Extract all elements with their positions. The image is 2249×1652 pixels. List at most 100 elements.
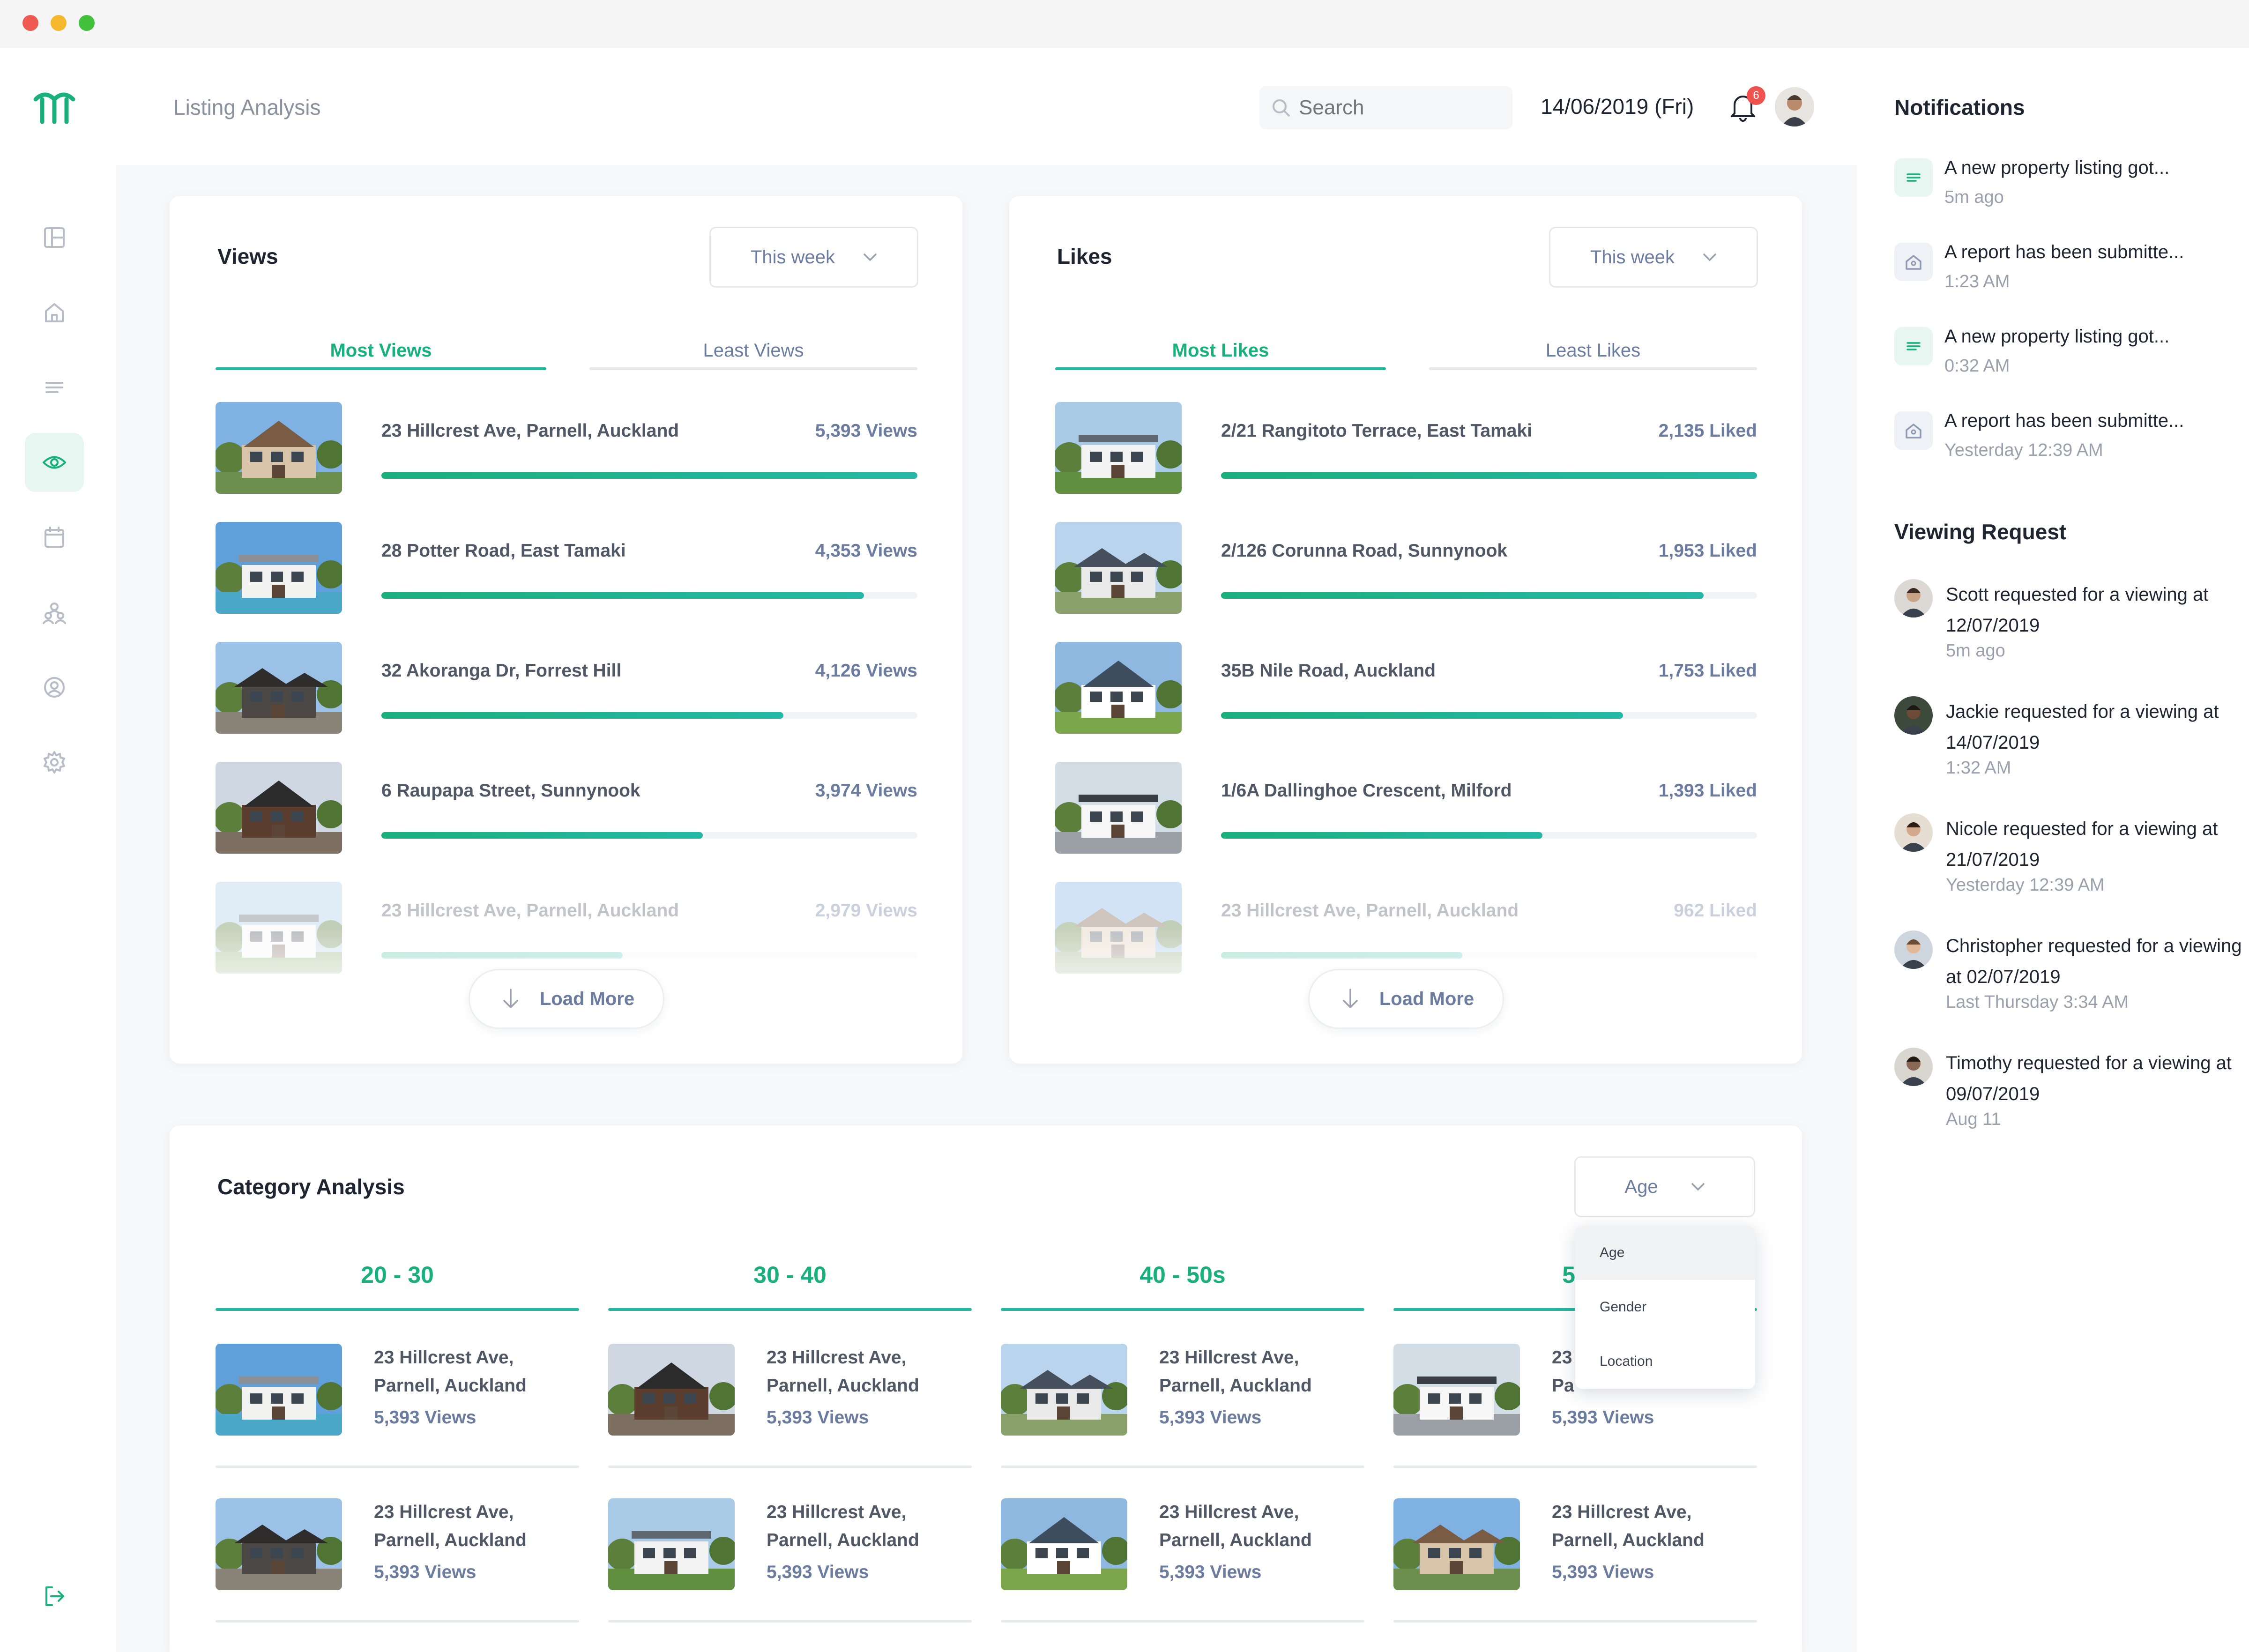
listing-row[interactable]: 1/6A Dallinghoe Crescent, Milford 1,393 … [1055, 762, 1757, 854]
category-list-item[interactable]: 23 Hillcrest Ave, Parnell, Auckland 5,39… [1393, 1498, 1757, 1652]
likes-card: Likes This week Most Likes Least Likes 2… [1009, 196, 1802, 1064]
category-filter-dropdown[interactable]: Age [1574, 1156, 1755, 1217]
report-icon [1894, 243, 1933, 281]
property-thumbnail [608, 1498, 735, 1590]
viewing-request-item[interactable]: Christopher requested for a viewing at 0… [1894, 930, 2249, 1034]
listing-row[interactable]: 2/21 Rangitoto Terrace, East Tamaki 2,13… [1055, 402, 1757, 494]
progress-track [1221, 592, 1757, 599]
notification-bell-button[interactable]: 6 [1724, 86, 1765, 126]
property-address: 23 Hillcrest Ave, Parnell, Auckland [1221, 900, 1519, 921]
tab-label: Least Views [703, 340, 804, 361]
viewing-request-item[interactable]: Nicole requested for a viewing at 21/07/… [1894, 813, 2249, 916]
menu-item-gender[interactable]: Gender [1575, 1280, 1755, 1334]
chevron-down-icon [1691, 1183, 1705, 1191]
item-divider [216, 1466, 579, 1468]
property-metric: 3,974 Views [815, 781, 917, 801]
property-views: 5,393 Views [1552, 1562, 1654, 1582]
property-address: 23 Hillcrest Ave, Parnell, Auckland [767, 1347, 919, 1396]
search-input[interactable] [1299, 93, 1496, 123]
views-load-more-button[interactable]: Load More [469, 969, 664, 1029]
sidebar-item-analysis[interactable] [25, 433, 84, 492]
maximize-window-button[interactable] [79, 15, 95, 31]
notification-text: A new property listing got... [1944, 326, 2170, 347]
viewing-request-item[interactable]: Jackie requested for a viewing at 14/07/… [1894, 696, 2249, 799]
category-analysis-card: Category Analysis 20 - 30 23 Hillcrest A… [170, 1125, 1802, 1652]
user-avatar[interactable] [1775, 87, 1814, 127]
notification-item[interactable]: A report has been submitte... Yesterday … [1894, 407, 2249, 477]
property-thumbnail [1001, 1344, 1127, 1436]
property-views: 5,393 Views [767, 1407, 869, 1428]
property-thumbnail [216, 642, 342, 734]
progress-track [1221, 472, 1757, 479]
tab-least-likes[interactable]: Least Likes [1429, 337, 1757, 370]
category-column-underline [1001, 1308, 1364, 1311]
logout-button[interactable] [25, 1567, 84, 1626]
property-address: 23 Hillcrest Ave, Parnell, Auckland [374, 1347, 527, 1396]
progress-fill [381, 712, 783, 719]
sidebar-item-team[interactable] [25, 583, 84, 642]
progress-track [1221, 712, 1757, 719]
progress-track [381, 832, 917, 839]
category-column-heading[interactable]: 40 - 50s [1001, 1261, 1364, 1288]
category-list-item[interactable]: 23 Hillcrest Ave, Parnell, Auckland 5,39… [1001, 1498, 1364, 1652]
category-column-heading[interactable]: 30 - 40 [608, 1261, 972, 1288]
viewing-request-item[interactable]: Scott requested for a viewing at 12/07/2… [1894, 579, 2249, 682]
listing-row[interactable]: 32 Akoranga Dr, Forrest Hill 4,126 Views [216, 642, 917, 734]
listing-row[interactable]: 35B Nile Road, Auckland 1,753 Liked [1055, 642, 1757, 734]
property-views: 5,393 Views [374, 1407, 477, 1428]
report-icon [1894, 411, 1933, 450]
notification-item[interactable]: A report has been submitte... 1:23 AM [1894, 238, 2249, 308]
tab-most-views[interactable]: Most Views [216, 337, 546, 370]
sidebar-item-dashboard[interactable] [25, 208, 84, 267]
listing-icon [1894, 158, 1933, 197]
progress-fill [381, 592, 864, 599]
page-title: Listing Analysis [173, 95, 321, 119]
menu-item-location[interactable]: Location [1575, 1334, 1755, 1389]
grid-icon [44, 227, 65, 248]
category-list-item[interactable]: 23 Hillcrest Ave, Parnell, Auckland 5,39… [608, 1498, 972, 1652]
notification-text: A report has been submitte... [1944, 410, 2184, 431]
sidebar-item-settings[interactable] [25, 733, 84, 792]
sidebar-item-properties[interactable] [25, 283, 84, 342]
sidebar-item-profile[interactable] [25, 658, 84, 717]
close-window-button[interactable] [22, 15, 38, 31]
tab-most-likes[interactable]: Most Likes [1055, 337, 1386, 370]
category-list-item[interactable]: 23 Hillcrest Ave, Parnell, Auckland 5,39… [608, 1344, 972, 1498]
sidebar-item-calendar[interactable] [25, 508, 84, 567]
viewing-request-time: Yesterday 12:39 AM [1946, 875, 2105, 895]
notification-text: A report has been submitte... [1944, 242, 2184, 262]
progress-fill [381, 832, 703, 839]
property-thumbnail [1055, 402, 1182, 494]
search-icon [1273, 99, 1290, 117]
category-list-item[interactable]: 23 Hillcrest Ave, Parnell, Auckland 5,39… [1001, 1344, 1364, 1498]
likes-load-more-button[interactable]: Load More [1308, 969, 1504, 1029]
property-address: 35B Nile Road, Auckland [1221, 661, 1436, 681]
likes-period-dropdown[interactable]: This week [1549, 227, 1758, 288]
sidebar-item-listings[interactable] [25, 358, 84, 417]
property-views: 5,393 Views [374, 1562, 477, 1582]
minimize-window-button[interactable] [51, 15, 67, 31]
listing-row[interactable]: 6 Raupapa Street, Sunnynook 3,974 Views [216, 762, 917, 854]
property-thumbnail [216, 762, 342, 854]
listing-row[interactable]: 2/126 Corunna Road, Sunnynook 1,953 Like… [1055, 522, 1757, 614]
notification-item[interactable]: A new property listing got... 0:32 AM [1894, 322, 2249, 393]
search-box[interactable] [1259, 86, 1512, 129]
category-list-item[interactable]: 23 Hillcrest Ave, Parnell, Auckland 5,39… [216, 1344, 579, 1498]
category-column-heading[interactable]: 20 - 30 [216, 1261, 579, 1288]
category-list-item[interactable]: 23 Hillcrest Ave, Parnell, Auckland 5,39… [216, 1498, 579, 1652]
requester-avatar [1894, 813, 1933, 852]
property-views: 5,393 Views [1552, 1407, 1654, 1428]
property-metric: 5,393 Views [815, 421, 917, 441]
listing-row[interactable]: 23 Hillcrest Ave, Parnell, Auckland 5,39… [216, 402, 917, 494]
home-icon [45, 303, 64, 322]
viewing-request-list: Scott requested for a viewing at 12/07/2… [1894, 579, 2249, 1235]
progress-fill [381, 472, 917, 479]
listing-row[interactable]: 28 Potter Road, East Tamaki 4,353 Views [216, 522, 917, 614]
item-divider [216, 1620, 579, 1622]
notification-item[interactable]: A new property listing got... 5m ago [1894, 154, 2249, 224]
views-period-dropdown[interactable]: This week [709, 227, 918, 288]
progress-track [381, 592, 917, 599]
viewing-request-item[interactable]: Timothy requested for a viewing at 09/07… [1894, 1048, 2249, 1151]
tab-least-views[interactable]: Least Views [589, 337, 917, 370]
menu-item-age[interactable]: Age [1575, 1226, 1755, 1280]
